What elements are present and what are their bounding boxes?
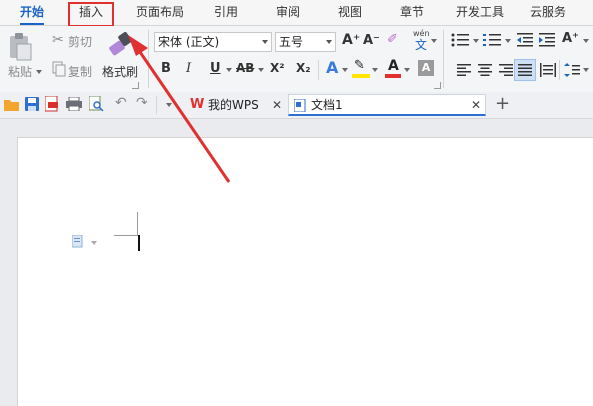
annotation-arrow xyxy=(128,35,231,183)
arrow-head-icon xyxy=(128,35,148,56)
